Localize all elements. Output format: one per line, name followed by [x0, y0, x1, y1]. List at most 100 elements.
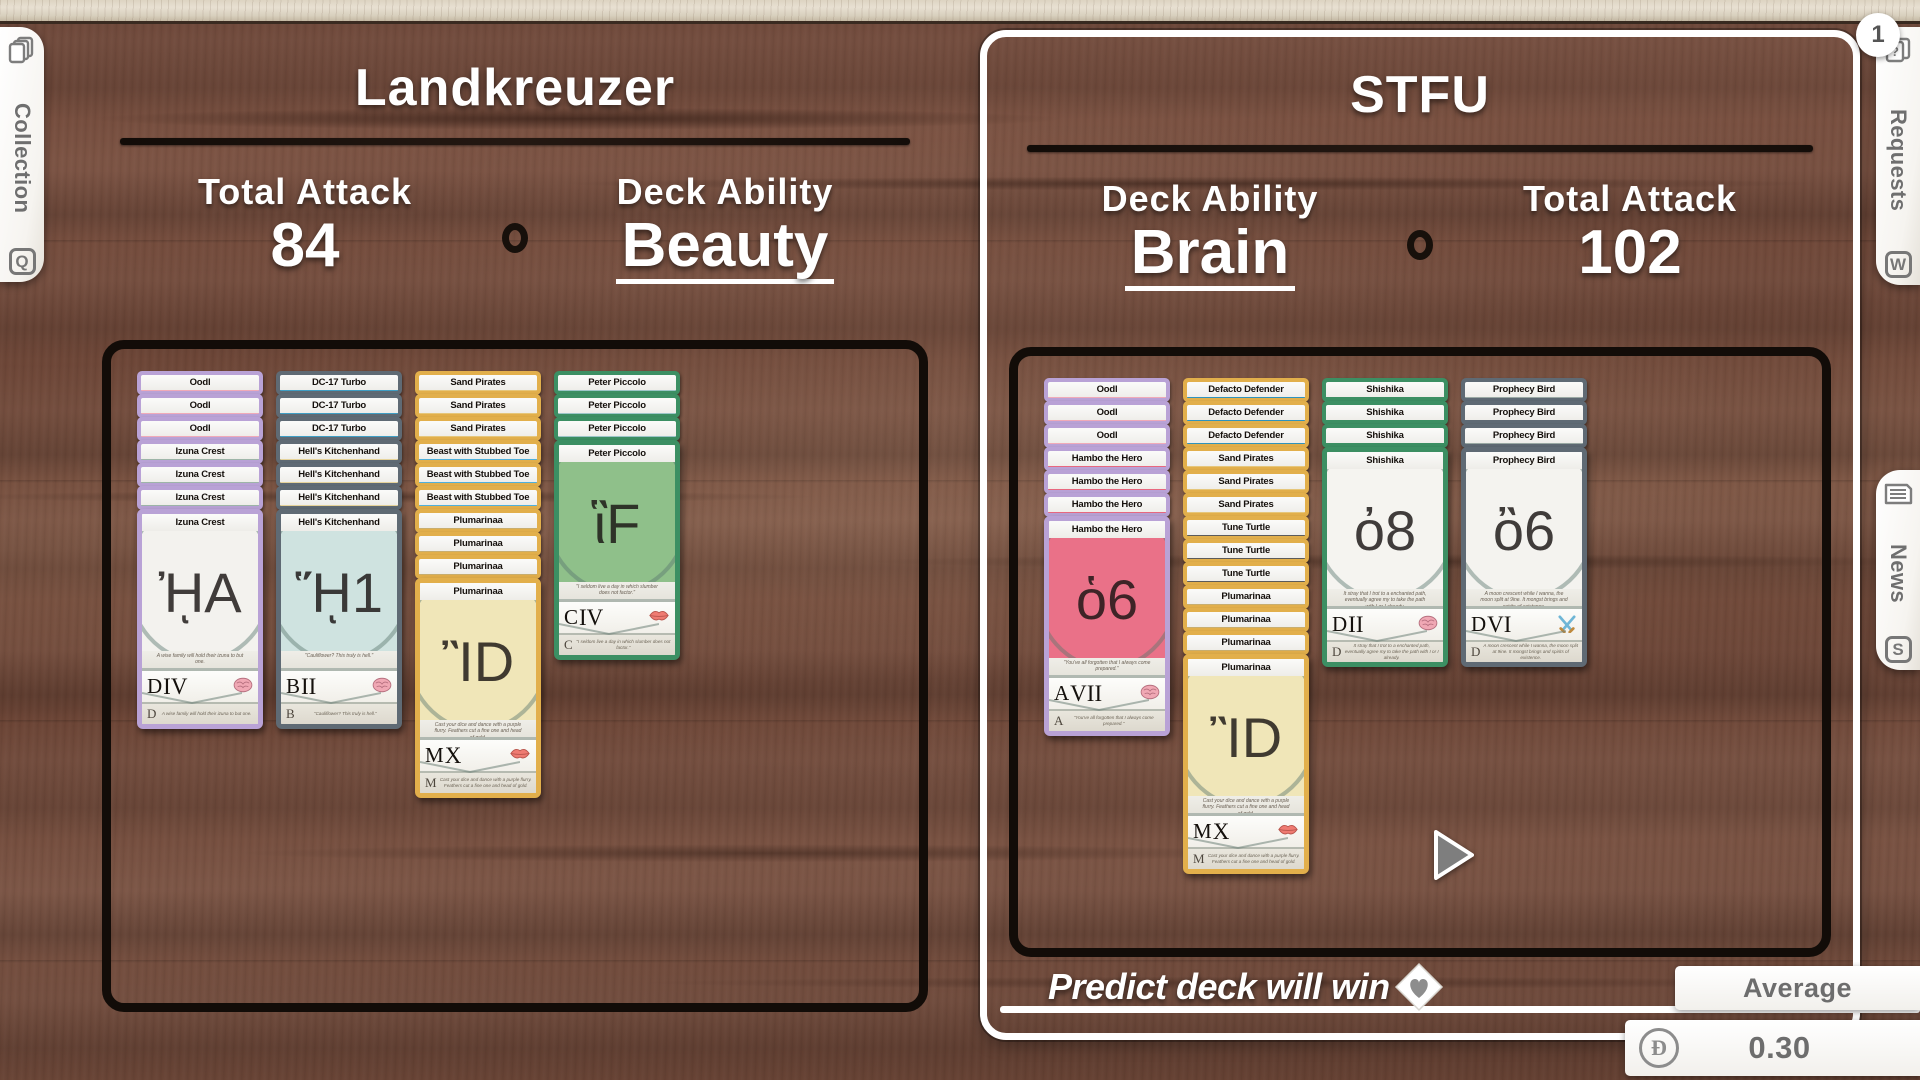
card-motif: ἺD — [441, 630, 515, 694]
card-mini[interactable]: Defacto Defender — [1183, 424, 1309, 448]
card-stack[interactable]: Oodl Oodl Oodl Izuna Crest Izuna Crest Izuna … — [137, 371, 263, 729]
card-stack[interactable]: Prophecy Bird Prophecy Bird Prophecy Bird P… — [1461, 378, 1587, 667]
card-mini[interactable]: Prophecy Bird — [1461, 378, 1587, 402]
card-mini[interactable]: Hambo the Hero — [1044, 470, 1170, 494]
card-mini[interactable]: Hell's Kitchenhand — [276, 440, 402, 464]
card-mini[interactable]: Sand Pirates — [1183, 493, 1309, 517]
card-full[interactable]: Shishika ὀ8 It stray that I trot to a ench… — [1322, 447, 1448, 667]
stat-separator — [485, 171, 545, 253]
card-flavor-top: "You've all forgotten that I always come… — [1049, 658, 1165, 675]
card-title-bar: Oodl — [1048, 428, 1166, 443]
card-mini[interactable]: Tune Turtle — [1183, 539, 1309, 563]
card-mini[interactable]: DC-17 Turbo — [276, 371, 402, 395]
card-mini[interactable]: Hell's Kitchenhand — [276, 463, 402, 487]
card-mini[interactable]: Izuna Crest — [137, 486, 263, 510]
card-mini[interactable]: Plumarinaa — [1183, 608, 1309, 632]
card-title: Beast with Stubbed Toe — [426, 469, 530, 480]
card-mini[interactable]: Izuna Crest — [137, 463, 263, 487]
card-title-bar: Peter Piccolo — [558, 375, 676, 390]
card-mini[interactable]: Izuna Crest — [137, 440, 263, 464]
card-title: Hambo the Hero — [1071, 524, 1143, 535]
card-mini[interactable]: Peter Piccolo — [554, 394, 680, 418]
card-mini[interactable]: Sand Pirates — [415, 394, 541, 418]
card-mini[interactable]: Hambo the Hero — [1044, 447, 1170, 471]
card-stack[interactable]: DC-17 Turbo DC-17 Turbo DC-17 Turbo Hell's … — [276, 371, 402, 729]
card-mini[interactable]: Defacto Defender — [1183, 401, 1309, 425]
card-mini[interactable]: Beast with Stubbed Toe — [415, 463, 541, 487]
stat-separator — [1390, 178, 1450, 260]
card-mini[interactable]: Hambo the Hero — [1044, 493, 1170, 517]
card-mini[interactable]: Plumarinaa — [415, 509, 541, 533]
card-title-bar: Prophecy Bird — [1465, 382, 1583, 397]
card-title: Sand Pirates — [450, 423, 506, 434]
card-mini[interactable]: Peter Piccolo — [554, 417, 680, 441]
card-full[interactable]: Plumarinaa ἺD Cast your dice and dance wit… — [415, 578, 541, 798]
card-mini[interactable]: Oodl — [1044, 378, 1170, 402]
card-mini[interactable]: Peter Piccolo — [554, 371, 680, 395]
predict-label: Predict deck will win — [1048, 966, 1390, 1007]
deck-panel-right[interactable]: STFU Deck Ability Brain Total Attack 102 Oodl… — [980, 30, 1860, 1040]
card-mini[interactable]: Oodl — [1044, 401, 1170, 425]
card-title: Defacto Defender — [1208, 384, 1284, 395]
card-full[interactable]: Izuna Crest ᾘA A wise family will hold the… — [137, 509, 263, 729]
card-footer: D A wise family will hold their izuna to … — [142, 702, 258, 724]
card-mini[interactable]: Sand Pirates — [1183, 447, 1309, 471]
card-mini[interactable]: DC-17 Turbo — [276, 394, 402, 418]
card-mini[interactable]: Sand Pirates — [415, 371, 541, 395]
card-title-bar: Prophecy Bird — [1465, 405, 1583, 420]
card-stack[interactable]: Oodl Oodl Oodl Hambo the Hero Hambo the Hero… — [1044, 378, 1170, 736]
card-mini[interactable]: Sand Pirates — [1183, 470, 1309, 494]
card-mini[interactable]: Shishika — [1322, 378, 1448, 402]
card-mini[interactable]: Shishika — [1322, 424, 1448, 448]
card-title: Prophecy Bird — [1492, 407, 1556, 418]
card-title: Peter Piccolo — [588, 423, 646, 434]
card-full[interactable]: Plumarinaa ἺD Cast your dice and dance wit… — [1183, 654, 1309, 874]
card-full[interactable]: Hambo the Hero ὁ6 "You've all forgotten th… — [1044, 516, 1170, 736]
card-title: Hell's Kitchenhand — [298, 446, 380, 457]
card-mini[interactable]: Hell's Kitchenhand — [276, 486, 402, 510]
card-mini[interactable]: DC-17 Turbo — [276, 417, 402, 441]
card-mini[interactable]: Plumarinaa — [415, 532, 541, 556]
card-mini[interactable]: Oodl — [137, 417, 263, 441]
card-mini[interactable]: Plumarinaa — [1183, 631, 1309, 655]
card-mini[interactable]: Tune Turtle — [1183, 562, 1309, 586]
card-title-bar: Beast with Stubbed Toe — [419, 490, 537, 505]
card-mini[interactable]: Defacto Defender — [1183, 378, 1309, 402]
deck-divider — [120, 138, 910, 145]
card-mini[interactable]: Beast with Stubbed Toe — [415, 486, 541, 510]
card-title: Hell's Kitchenhand — [298, 492, 380, 503]
card-title-bar: Sand Pirates — [419, 421, 537, 436]
card-footer-grade: D — [1332, 644, 1342, 659]
card-mini[interactable]: Oodl — [1044, 424, 1170, 448]
card-title-bar: Oodl — [141, 375, 259, 390]
card-stack[interactable]: Shishika Shishika Shishika Shishika ὀ8 It str… — [1322, 378, 1448, 667]
deck-stats-row: Deck Ability Brain Total Attack 102 — [987, 178, 1853, 291]
card-full[interactable]: Hell's Kitchenhand ᾝ1 "Cauliflower? This t… — [276, 509, 402, 729]
card-rank-row: D VI — [1466, 606, 1582, 642]
card-mini[interactable]: Beast with Stubbed Toe — [415, 440, 541, 464]
card-mini[interactable]: Prophecy Bird — [1461, 424, 1587, 448]
card-mini[interactable]: Tune Turtle — [1183, 516, 1309, 540]
sidebar-item-news[interactable]: News S — [1876, 470, 1920, 670]
card-flavor-top: "Cauliflower? This truly is hell." — [281, 651, 397, 668]
card-title-bar: Beast with Stubbed Toe — [419, 444, 537, 459]
card-mini[interactable]: Oodl — [137, 394, 263, 418]
card-mini[interactable]: Sand Pirates — [415, 417, 541, 441]
card-mini[interactable]: Prophecy Bird — [1461, 401, 1587, 425]
sidebar-item-requests[interactable]: 1 ? Requests W — [1856, 13, 1920, 285]
deck-panel-left[interactable]: Landkreuzer Total Attack 84 Deck Ability Bea… — [80, 30, 950, 1040]
card-full[interactable]: Prophecy Bird ὂ6 A moon crescent while I w… — [1461, 447, 1587, 667]
card-title: Izuna Crest — [175, 492, 225, 503]
sidebar-item-collection[interactable]: Collection Q — [0, 27, 44, 282]
card-mini[interactable]: Oodl — [137, 371, 263, 395]
card-rank-row: C IV — [559, 599, 675, 635]
card-stack[interactable]: Peter Piccolo Peter Piccolo Peter Piccolo P… — [554, 371, 680, 660]
card-stack[interactable]: Defacto Defender Defacto Defender Defacto … — [1183, 378, 1309, 874]
predict-deck-button[interactable]: Predict deck will win — [1048, 962, 1444, 1012]
card-stack[interactable]: Sand Pirates Sand Pirates Sand Pirates Beas… — [415, 371, 541, 798]
card-footer: B "Cauliflower? This truly is hell." — [281, 702, 397, 724]
card-full[interactable]: Peter Piccolo ἳF "I seldom live a day in w… — [554, 440, 680, 660]
card-mini[interactable]: Plumarinaa — [1183, 585, 1309, 609]
card-mini[interactable]: Shishika — [1322, 401, 1448, 425]
card-mini[interactable]: Plumarinaa — [415, 555, 541, 579]
